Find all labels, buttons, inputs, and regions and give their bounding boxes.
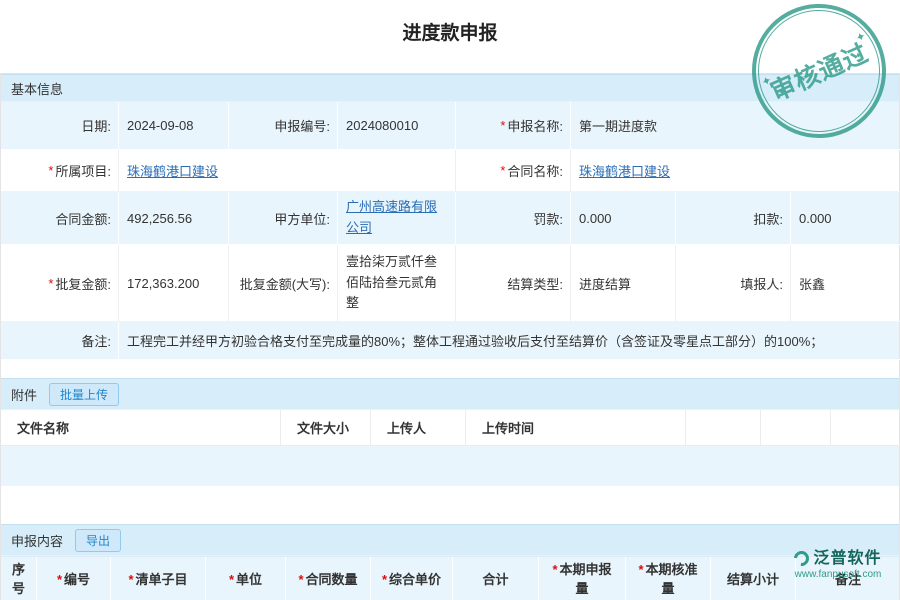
date-value: 2024-09-08 — [119, 102, 229, 150]
basic-info-table: 日期: 2024-09-08 申报编号: 2024080010 * 申报名称: … — [1, 102, 899, 360]
page-title: 进度款申报 — [0, 0, 900, 45]
required-marker: * — [382, 572, 387, 587]
section-declare-content-bar: 申报内容 导出 — [1, 524, 899, 556]
required-marker: * — [229, 572, 234, 587]
required-marker: * — [500, 118, 505, 133]
section-declare-content-title: 申报内容 — [11, 531, 63, 550]
star-icon: ✦ — [853, 50, 864, 63]
declare-no-label: 申报编号: — [229, 102, 338, 150]
basic-info-row: 日期: 2024-09-08 申报编号: 2024080010 * 申报名称: … — [1, 102, 899, 150]
col-file-size: 文件大小 — [281, 410, 371, 446]
required-marker: * — [48, 163, 53, 178]
basic-info-row: 合同金额: 492,256.56 甲方单位: 广州高速路有限公司 罚款: 0.0… — [1, 192, 899, 245]
required-marker: * — [48, 276, 53, 291]
batch-upload-button[interactable]: 批量上传 — [49, 383, 119, 406]
declaration-form: 基本信息 日期: 2024-09-08 申报编号: 2024080010 * 申… — [0, 73, 900, 600]
fanpu-logo-icon — [791, 548, 812, 569]
deduction-value: 0.000 — [791, 192, 900, 245]
contract-name-label: * 合同名称: — [456, 150, 571, 192]
approved-amount-cn-label: 批复金额(大写): — [229, 245, 338, 322]
attachments-empty-row — [1, 446, 899, 486]
attachments-empty-row — [1, 486, 899, 524]
attachments-table-header: 文件名称 文件大小 上传人 上传时间 — [1, 410, 899, 446]
watermark-url: www.fanpusoft.com — [778, 569, 898, 580]
approved-amount-label: * 批复金额: — [1, 245, 119, 322]
party-a-value: 广州高速路有限公司 — [338, 192, 456, 245]
col-declared-qty: *本期申报量 — [539, 557, 626, 600]
section-attachments-bar: 附件 批量上传 — [1, 378, 899, 410]
filler-value: 张鑫 — [791, 245, 900, 322]
date-label: 日期: — [1, 102, 119, 150]
col-approved-qty: *本期核准量 — [626, 557, 711, 600]
contract-amount-label: 合同金额: — [1, 192, 119, 245]
project-value: 珠海鹤港口建设 — [119, 150, 456, 192]
col-uploader: 上传人 — [371, 410, 466, 446]
filler-label: 填报人: — [676, 245, 791, 322]
project-label: * 所属项目: — [1, 150, 119, 192]
contract-name-link[interactable]: 珠海鹤港口建设 — [579, 161, 670, 180]
col-contract-qty: *合同数量 — [286, 557, 371, 600]
required-marker: * — [298, 572, 303, 587]
col-list-item: *清单子目 — [111, 557, 206, 600]
fanpu-watermark: 泛普软件 www.fanpusoft.com — [778, 544, 898, 580]
remark-label: 备注: — [1, 322, 119, 360]
declare-name-value: 第一期进度款 — [571, 102, 900, 150]
section-attachments-title: 附件 — [11, 385, 37, 404]
basic-info-row: 备注: 工程完工并经甲方初验合格支付至完成量的80%；整体工程通过验收后支付至结… — [1, 322, 899, 360]
settle-type-label: 结算类型: — [456, 245, 571, 322]
col-extra — [831, 410, 900, 446]
settle-type-value: 进度结算 — [571, 245, 676, 322]
remark-value: 工程完工并经甲方初验合格支付至完成量的80%；整体工程通过验收后支付至结算价（含… — [119, 322, 900, 360]
required-marker: * — [552, 562, 557, 577]
watermark-brand: 泛普软件 — [813, 550, 881, 567]
required-marker: * — [57, 572, 62, 587]
penalty-label: 罚款: — [456, 192, 571, 245]
contract-amount-value: 492,256.56 — [119, 192, 229, 245]
export-button[interactable]: 导出 — [75, 529, 121, 552]
declare-table-header: 序号 *编号 *清单子目 *单位 *合同数量 *综合单价 合计 *本期申报量 *… — [1, 556, 899, 600]
progress-payment-declaration-page: 进度款申报 ✦ ✦ 审核通过 ✦ ✦ 基本信息 日期: 2024-09-08 申… — [0, 0, 900, 600]
col-serial: 序号 — [1, 557, 37, 600]
col-extra — [761, 410, 831, 446]
col-unit: *单位 — [206, 557, 286, 600]
declare-no-value: 2024080010 — [338, 102, 456, 150]
approved-amount-cn-value: 壹拾柒万贰仟叁佰陆拾叁元贰角整 — [338, 245, 456, 322]
col-file-name: 文件名称 — [1, 410, 281, 446]
penalty-value: 0.000 — [571, 192, 676, 245]
party-a-link[interactable]: 广州高速路有限公司 — [346, 197, 447, 239]
contract-name-value: 珠海鹤港口建设 — [571, 150, 900, 192]
project-link[interactable]: 珠海鹤港口建设 — [127, 161, 218, 180]
col-unit-price: *综合单价 — [371, 557, 453, 600]
required-marker: * — [500, 163, 505, 178]
col-code: *编号 — [37, 557, 111, 600]
basic-info-row: * 批复金额: 172,363.200 批复金额(大写): 壹拾柒万贰仟叁佰陆拾… — [1, 245, 899, 322]
col-extra — [686, 410, 761, 446]
section-basic-info-title: 基本信息 — [11, 79, 63, 98]
deduction-label: 扣款: — [676, 192, 791, 245]
spacer — [1, 360, 899, 378]
section-basic-info-bar: 基本信息 — [1, 74, 899, 102]
required-marker: * — [128, 572, 133, 587]
basic-info-row: * 所属项目: 珠海鹤港口建设 * 合同名称: 珠海鹤港口建设 — [1, 150, 899, 192]
approved-amount-value: 172,363.200 — [119, 245, 229, 322]
party-a-label: 甲方单位: — [229, 192, 338, 245]
required-marker: * — [638, 562, 643, 577]
declare-name-label: * 申报名称: — [456, 102, 571, 150]
col-upload-time: 上传时间 — [466, 410, 686, 446]
col-total: 合计 — [453, 557, 539, 600]
